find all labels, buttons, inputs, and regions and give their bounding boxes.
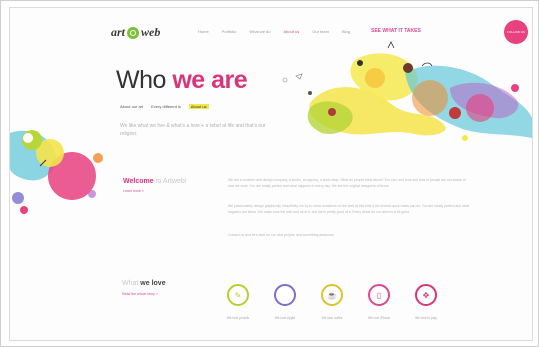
page-title-accent: we are (172, 66, 248, 94)
love-item[interactable]: ▯ We love iPhone (363, 284, 395, 320)
love-item-label: We love Apple (274, 316, 296, 320)
love-item[interactable]: ✥ We love to play (410, 284, 442, 320)
site-logo[interactable]: art web (111, 25, 160, 40)
love-light: What (122, 280, 139, 287)
left-splash-illustration (10, 130, 103, 214)
body-paragraph-1: We are a creative web design company, a … (228, 178, 466, 188)
nav-cta-link[interactable]: SEE WHAT IT TAKES (371, 28, 421, 34)
love-item-label: We love pencils (226, 316, 250, 320)
love-item-label: We love coffee (321, 316, 343, 320)
sub-nav: About our art Every different is About us (120, 104, 209, 109)
welcome-learn-more-link[interactable]: Learn more > (123, 189, 144, 193)
nav-item[interactable]: What we do (249, 29, 270, 34)
nav-item[interactable]: Blog (342, 29, 350, 34)
body-paragraph-3: Contact us and let's start on our next p… (228, 233, 335, 237)
love-read-more-link[interactable]: Read the whole story > (122, 292, 158, 296)
design-icon: ✎ (227, 284, 249, 306)
page-title: Who we are (116, 66, 248, 95)
logo-text-web: web (141, 25, 161, 39)
love-item-label: We love iPhone (367, 316, 391, 320)
love-item[interactable]: ☕ We love coffee (316, 284, 348, 320)
nav-item[interactable]: Our team (312, 29, 329, 34)
main-nav: Home Portfolio What we do About us Our team B… (198, 29, 350, 34)
webpage: art web Home Portfolio What we do About us O… (9, 7, 533, 341)
love-item[interactable]: We love Apple (269, 284, 301, 320)
body-paragraph-2: We passionately design graphically, beau… (228, 204, 470, 214)
logo-text-art: art (111, 25, 126, 39)
love-item-label: We love to play (415, 316, 437, 320)
intro-text: We like what we live & what's a love + a… (120, 123, 266, 137)
nav-item[interactable]: About us (283, 29, 299, 34)
welcome-light: to Artweb! (155, 178, 187, 185)
subnav-item[interactable]: Every different is (151, 104, 181, 109)
follow-us-button[interactable]: FOLLOW US (504, 20, 528, 44)
love-item[interactable]: ✎ We love pencils (222, 284, 254, 320)
hero-splash-illustration (282, 41, 532, 141)
apple-icon (274, 284, 296, 306)
page-title-plain: Who (116, 66, 166, 94)
nav-item[interactable]: Portfolio (222, 29, 237, 34)
love-strong: we love (140, 280, 166, 287)
what-we-love-heading: What we love (122, 280, 166, 287)
welcome-heading: Welcome to Artweb! (123, 178, 187, 185)
nav-item[interactable]: Home (198, 29, 209, 34)
what-we-love-icons: ✎ We love pencils We love Apple ☕ We love co… (222, 284, 446, 334)
coffee-icon: ☕ (321, 284, 343, 306)
gamepad-icon: ✥ (415, 284, 437, 306)
logo-mark-icon (127, 26, 140, 39)
phone-icon: ▯ (368, 284, 390, 306)
subnav-item[interactable]: About us (188, 104, 209, 109)
welcome-strong: Welcome (123, 178, 154, 185)
screenshot-frame: art web Home Portfolio What we do About us O… (0, 0, 539, 347)
subnav-item[interactable]: About our art (120, 104, 143, 109)
